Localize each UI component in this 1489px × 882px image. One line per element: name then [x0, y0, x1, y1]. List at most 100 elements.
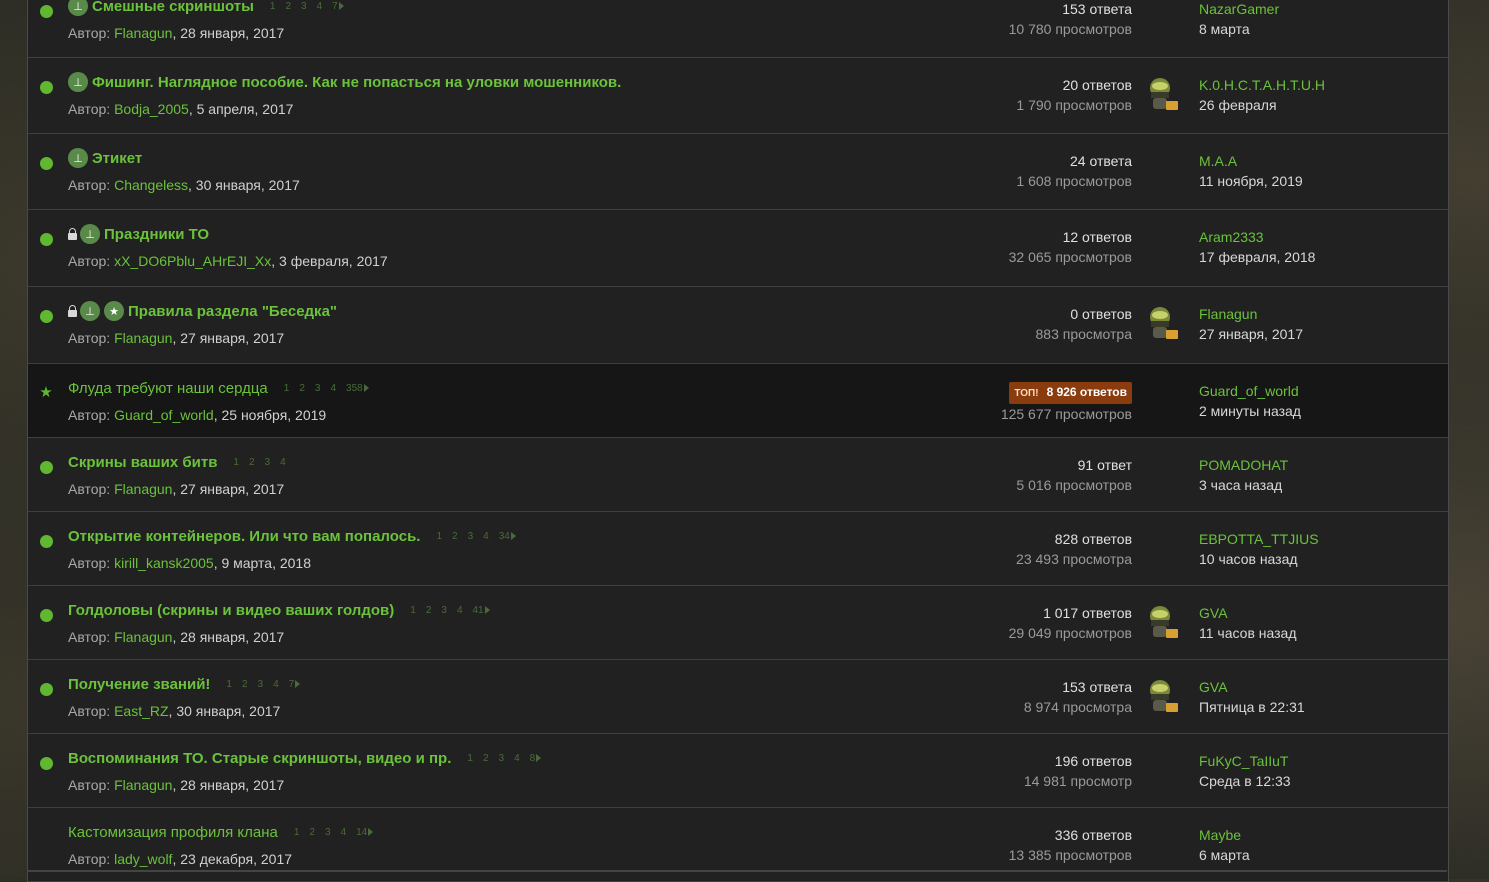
- thread-row[interactable]: Голдоловы (скрины и видео ваших голдов) 1…: [28, 586, 1448, 660]
- page-link[interactable]: 2: [483, 753, 489, 764]
- page-link[interactable]: 4: [514, 753, 520, 764]
- page-link[interactable]: 2: [285, 1, 291, 12]
- page-link[interactable]: 3: [258, 679, 264, 690]
- page-link[interactable]: 1: [226, 679, 232, 690]
- page-link[interactable]: 3: [441, 605, 447, 616]
- thread-row[interactable]: Открытие контейнеров. Или что вам попало…: [28, 512, 1448, 586]
- last-poster-link[interactable]: POMADOHAT: [1199, 455, 1288, 475]
- next-page-arrow-icon[interactable]: [338, 2, 344, 10]
- page-link[interactable]: 14: [356, 827, 367, 838]
- page-link[interactable]: 2: [426, 605, 432, 616]
- thread-row[interactable]: ⊥ Фишинг. Наглядное пособие. Как не попас…: [28, 58, 1448, 134]
- page-link[interactable]: 3: [301, 1, 307, 12]
- thread-row[interactable]: Воспоминания ТО. Старые скриншоты, видео…: [28, 734, 1448, 808]
- last-post-time-link[interactable]: 11 ноября, 2019: [1199, 171, 1303, 191]
- last-poster-link[interactable]: EBPOTTA_TTJIUS: [1199, 529, 1319, 549]
- page-link[interactable]: 3: [325, 827, 331, 838]
- author-link[interactable]: Changeless: [114, 177, 188, 193]
- page-link[interactable]: 34: [499, 531, 510, 542]
- last-post-time-link[interactable]: 17 февраля, 2018: [1199, 247, 1315, 267]
- page-link[interactable]: 4: [330, 383, 336, 394]
- page-link[interactable]: 4: [317, 1, 323, 12]
- author-link[interactable]: Guard_of_world: [114, 407, 214, 423]
- last-poster-link[interactable]: FuKyC_TaIIuT: [1199, 751, 1291, 771]
- page-link[interactable]: 7: [289, 679, 295, 690]
- page-link[interactable]: 1: [467, 753, 473, 764]
- page-link[interactable]: 2: [242, 679, 248, 690]
- avatar[interactable]: [1144, 677, 1182, 715]
- avatar[interactable]: [1144, 304, 1182, 342]
- last-poster-link[interactable]: Maybe: [1199, 825, 1250, 845]
- last-poster-link[interactable]: Aram2333: [1199, 227, 1315, 247]
- thread-title-link[interactable]: Смешные скриншоты: [92, 0, 254, 15]
- thread-title-link[interactable]: Открытие контейнеров. Или что вам попало…: [68, 528, 420, 545]
- thread-row[interactable]: Скрины ваших битв 1 2 3 4 Автор: Flanagun, 27…: [28, 438, 1448, 512]
- last-post-time-link[interactable]: Среда в 12:33: [1199, 771, 1291, 791]
- last-post-time-link[interactable]: Пятница в 22:31: [1199, 697, 1305, 717]
- last-post-time-link[interactable]: 6 марта: [1199, 845, 1250, 865]
- author-link[interactable]: Flanagun: [114, 330, 172, 346]
- author-link[interactable]: Flanagun: [114, 481, 172, 497]
- last-poster-link[interactable]: M.A.A: [1199, 151, 1303, 171]
- last-post-time-link[interactable]: 11 часов назад: [1199, 623, 1297, 643]
- last-poster-link[interactable]: NazarGamer: [1199, 0, 1279, 19]
- next-page-arrow-icon[interactable]: [368, 828, 374, 836]
- next-page-arrow-icon[interactable]: [536, 754, 542, 762]
- last-poster-link[interactable]: GVA: [1199, 603, 1297, 623]
- page-link[interactable]: 1: [294, 827, 300, 838]
- page-link[interactable]: 3: [499, 753, 505, 764]
- last-poster-link[interactable]: K.0.H.C.T.A.H.T.U.H: [1199, 75, 1325, 95]
- last-post-time-link[interactable]: 27 января, 2017: [1199, 324, 1303, 344]
- thread-title-link[interactable]: Праздники ТО: [104, 226, 209, 243]
- page-link[interactable]: 3: [265, 457, 271, 468]
- page-link[interactable]: 1: [284, 383, 290, 394]
- last-poster-link[interactable]: Guard_of_world: [1199, 381, 1301, 401]
- next-page-arrow-icon[interactable]: [295, 680, 301, 688]
- page-link[interactable]: 1: [233, 457, 239, 468]
- last-post-time-link[interactable]: 2 минуты назад: [1199, 401, 1301, 421]
- last-post-time-link[interactable]: 3 часа назад: [1199, 475, 1288, 495]
- thread-row[interactable]: ⊥ Этикет Автор: Changeless, 30 января, 201…: [28, 134, 1448, 210]
- thread-title-link[interactable]: Получение званий!: [68, 676, 210, 693]
- thread-title-link[interactable]: Правила раздела "Беседка": [128, 303, 337, 320]
- thread-title-link[interactable]: Голдоловы (скрины и видео ваших голдов): [68, 602, 394, 619]
- page-link[interactable]: 1: [270, 1, 276, 12]
- page-link[interactable]: 2: [249, 457, 255, 468]
- author-link[interactable]: lady_wolf: [114, 851, 172, 867]
- author-link[interactable]: East_RZ: [114, 703, 168, 719]
- thread-title-link[interactable]: Скрины ваших битв: [68, 454, 217, 471]
- page-link[interactable]: 2: [299, 383, 305, 394]
- thread-title-link[interactable]: Фишинг. Наглядное пособие. Как не попаст…: [92, 74, 621, 91]
- next-page-arrow-icon[interactable]: [484, 606, 490, 614]
- thread-row[interactable]: ★ Флуда требуют наши сердца 1 2 3 4 358 Автор: …: [28, 364, 1448, 438]
- author-link[interactable]: xX_DO6Pblu_AHrEJI_Xx: [114, 253, 271, 269]
- last-poster-link[interactable]: GVA: [1199, 677, 1305, 697]
- avatar[interactable]: [1144, 75, 1182, 113]
- page-link[interactable]: 2: [452, 531, 458, 542]
- thread-row[interactable]: ⊥ ★ Правила раздела "Беседка" Автор: Flanag…: [28, 287, 1448, 364]
- author-link[interactable]: Flanagun: [114, 25, 172, 41]
- page-link[interactable]: 358: [346, 383, 363, 394]
- page-link[interactable]: 4: [341, 827, 347, 838]
- page-link[interactable]: 3: [468, 531, 474, 542]
- last-post-time-link[interactable]: 10 часов назад: [1199, 549, 1319, 569]
- page-link[interactable]: 1: [410, 605, 416, 616]
- page-link[interactable]: 4: [457, 605, 463, 616]
- thread-title-link[interactable]: Кастомизация профиля клана: [68, 824, 278, 841]
- last-poster-link[interactable]: Flanagun: [1199, 304, 1303, 324]
- thread-title-link[interactable]: Этикет: [92, 150, 142, 167]
- page-link[interactable]: 7: [332, 1, 338, 12]
- author-link[interactable]: Flanagun: [114, 629, 172, 645]
- avatar[interactable]: [1144, 603, 1182, 641]
- last-post-time-link[interactable]: 26 февраля: [1199, 95, 1325, 115]
- thread-row[interactable]: ⊥ Праздники ТО Автор: xX_DO6Pblu_AHrEJI_Xx…: [28, 210, 1448, 287]
- page-link[interactable]: 4: [280, 457, 286, 468]
- last-post-time-link[interactable]: 8 марта: [1199, 19, 1279, 39]
- page-link[interactable]: 4: [273, 679, 279, 690]
- thread-row[interactable]: ⊥ Смешные скриншоты 1 2 3 4 7 Автор: Flanagun, …: [28, 0, 1448, 58]
- thread-title-link[interactable]: Воспоминания ТО. Старые скриншоты, видео…: [68, 750, 451, 767]
- page-link[interactable]: 41: [473, 605, 484, 616]
- next-page-arrow-icon[interactable]: [363, 384, 369, 392]
- thread-title-link[interactable]: Флуда требуют наши сердца: [68, 380, 268, 397]
- author-link[interactable]: Bodja_2005: [114, 101, 189, 117]
